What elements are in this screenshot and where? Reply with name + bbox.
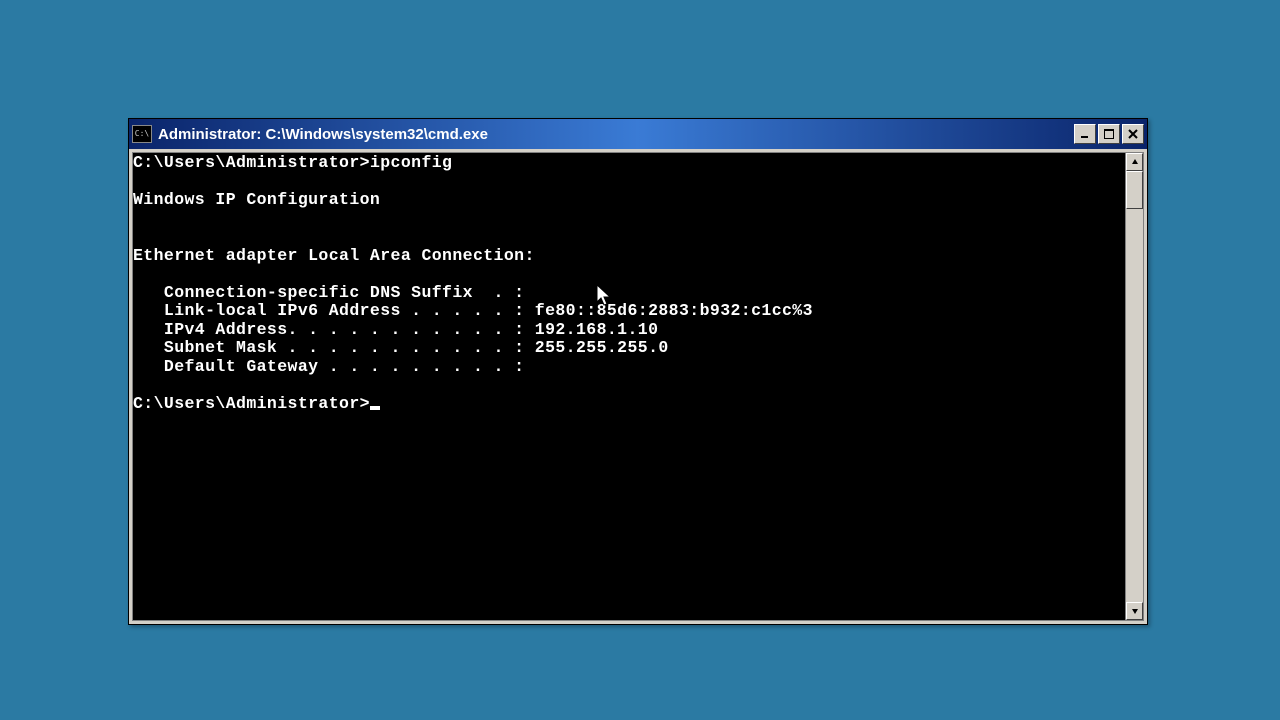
cmd-icon bbox=[132, 125, 152, 143]
close-button[interactable] bbox=[1122, 124, 1144, 144]
titlebar[interactable]: Administrator: C:\Windows\system32\cmd.e… bbox=[129, 119, 1147, 149]
output-line: Connection-specific DNS Suffix . : bbox=[133, 283, 524, 302]
console-wrap: C:\Users\Administrator>ipconfig Windows … bbox=[132, 152, 1144, 621]
window-controls bbox=[1074, 124, 1144, 144]
prompt-line: C:\Users\Administrator> bbox=[133, 394, 370, 413]
scroll-thumb[interactable] bbox=[1126, 171, 1143, 209]
minimize-button[interactable] bbox=[1074, 124, 1096, 144]
window-title: Administrator: C:\Windows\system32\cmd.e… bbox=[158, 126, 1074, 143]
scroll-up-button[interactable] bbox=[1126, 153, 1143, 171]
scroll-track[interactable] bbox=[1126, 171, 1143, 602]
command-text: ipconfig bbox=[370, 153, 452, 172]
window-frame: C:\Users\Administrator>ipconfig Windows … bbox=[129, 149, 1147, 624]
output-line: Subnet Mask . . . . . . . . . . . : 255.… bbox=[133, 338, 669, 357]
output-line: Link-local IPv6 Address . . . . . : fe80… bbox=[133, 301, 813, 320]
output-line: IPv4 Address. . . . . . . . . . . : 192.… bbox=[133, 320, 658, 339]
console-output[interactable]: C:\Users\Administrator>ipconfig Windows … bbox=[133, 153, 1125, 620]
cmd-window: Administrator: C:\Windows\system32\cmd.e… bbox=[128, 118, 1148, 625]
output-line: Windows IP Configuration bbox=[133, 190, 380, 209]
output-line: Default Gateway . . . . . . . . . : bbox=[133, 357, 524, 376]
output-line: Ethernet adapter Local Area Connection: bbox=[133, 246, 535, 265]
scrollbar[interactable] bbox=[1125, 153, 1143, 620]
cursor bbox=[370, 406, 380, 410]
prompt-line: C:\Users\Administrator> bbox=[133, 153, 370, 172]
maximize-button[interactable] bbox=[1098, 124, 1120, 144]
scroll-down-button[interactable] bbox=[1126, 602, 1143, 620]
